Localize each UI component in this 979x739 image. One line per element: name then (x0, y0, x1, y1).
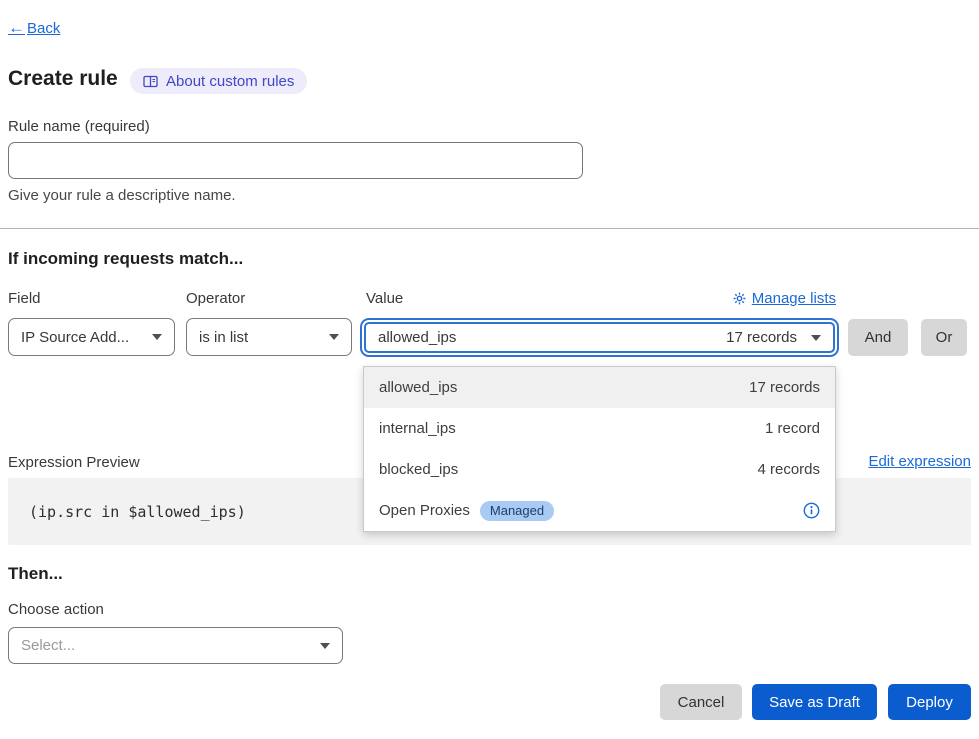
edit-expression-link[interactable]: Edit expression (868, 453, 971, 470)
cancel-button[interactable]: Cancel (660, 684, 742, 720)
dropdown-option-blocked-ips[interactable]: blocked_ips 4 records (364, 449, 835, 490)
option-label: Open Proxies (379, 502, 470, 519)
option-label: allowed_ips (379, 379, 457, 396)
save-as-draft-button[interactable]: Save as Draft (752, 684, 877, 720)
option-label: blocked_ips (379, 461, 458, 478)
value-select[interactable]: allowed_ips 17 records (364, 322, 835, 353)
operator-select-value: is in list (199, 329, 248, 346)
option-label: internal_ips (379, 420, 456, 437)
value-dropdown-panel: allowed_ips 17 records internal_ips 1 re… (363, 366, 836, 532)
dropdown-option-open-proxies[interactable]: Open Proxies Managed (364, 490, 835, 531)
back-link[interactable]: ← Back (8, 18, 60, 38)
manage-lists-link[interactable]: Manage lists (733, 290, 836, 307)
action-select[interactable]: Select... (8, 627, 343, 664)
option-record-count: 4 records (757, 461, 820, 478)
match-section-heading: If incoming requests match... (8, 249, 243, 269)
rule-name-helper: Give your rule a descriptive name. (8, 187, 236, 204)
field-select[interactable]: IP Source Add... (8, 318, 175, 356)
back-label: Back (27, 20, 60, 37)
rule-name-label: Rule name (required) (8, 118, 150, 135)
chevron-down-icon (329, 334, 339, 340)
about-custom-rules-link[interactable]: About custom rules (130, 68, 307, 94)
page-title: Create rule (8, 67, 118, 91)
expression-code: (ip.src in $allowed_ips) (29, 503, 246, 521)
info-icon[interactable] (803, 502, 820, 519)
chevron-down-icon (811, 335, 821, 341)
dropdown-option-internal-ips[interactable]: internal_ips 1 record (364, 408, 835, 449)
or-button[interactable]: Or (921, 319, 967, 356)
expression-preview-label: Expression Preview (8, 454, 140, 471)
gear-icon (733, 292, 746, 305)
option-record-count: 17 records (749, 379, 820, 396)
about-badge-label: About custom rules (166, 73, 294, 90)
then-heading: Then... (8, 564, 63, 584)
manage-lists-label: Manage lists (752, 290, 836, 307)
value-label: Value (366, 290, 403, 307)
section-divider (0, 228, 979, 229)
managed-badge: Managed (480, 501, 554, 521)
option-record-count: 1 record (765, 420, 820, 437)
deploy-button[interactable]: Deploy (888, 684, 971, 720)
dropdown-option-allowed-ips[interactable]: allowed_ips 17 records (364, 367, 835, 408)
chevron-down-icon (320, 643, 330, 649)
rule-name-input[interactable] (8, 142, 583, 179)
operator-label: Operator (186, 290, 245, 307)
value-select-value: allowed_ips (378, 329, 456, 346)
back-arrow-icon: ← (8, 18, 25, 38)
field-select-value: IP Source Add... (21, 329, 129, 346)
field-label: Field (8, 290, 41, 307)
chevron-down-icon (152, 334, 162, 340)
and-button[interactable]: And (848, 319, 908, 356)
operator-select[interactable]: is in list (186, 318, 352, 356)
action-select-placeholder: Select... (21, 637, 75, 654)
value-select-record-count: 17 records (726, 329, 797, 346)
choose-action-label: Choose action (8, 601, 104, 618)
book-icon (143, 75, 158, 88)
